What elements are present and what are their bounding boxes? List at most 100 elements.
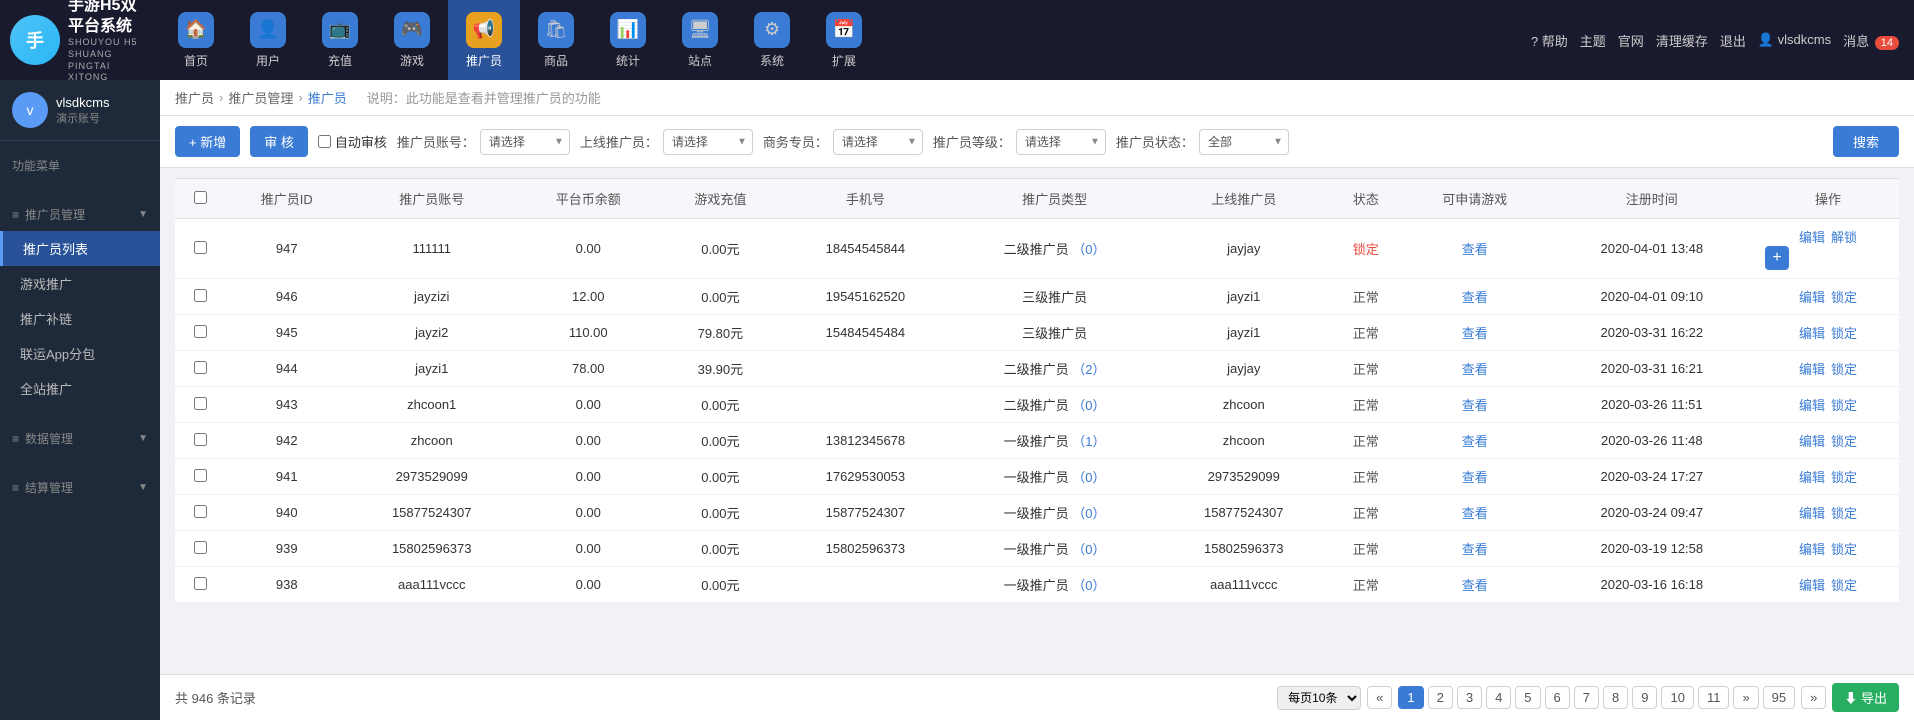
- page-button-3[interactable]: 3: [1457, 686, 1482, 709]
- add-col-button[interactable]: +: [1765, 246, 1789, 270]
- messages-link[interactable]: 消息 14: [1843, 31, 1899, 50]
- row-checkbox[interactable]: [194, 577, 207, 590]
- page-button-10[interactable]: 10: [1661, 686, 1693, 709]
- sidebar-menu-label[interactable]: 功能菜单: [0, 149, 160, 182]
- op-link-编辑[interactable]: 编辑: [1799, 326, 1825, 341]
- type-count-link[interactable]: （0）: [1072, 470, 1105, 485]
- sidebar-section-label[interactable]: ≡ 数据管理 ▼: [0, 422, 160, 455]
- row-checkbox[interactable]: [194, 361, 207, 374]
- op-link-编辑[interactable]: 编辑: [1799, 470, 1825, 485]
- op-link-编辑[interactable]: 编辑: [1799, 578, 1825, 593]
- page-button-5[interactable]: 5: [1515, 686, 1540, 709]
- auto-audit-checkbox[interactable]: [318, 135, 331, 148]
- nav-item-统计[interactable]: 📊统计: [592, 0, 664, 80]
- game-view-link[interactable]: 查看: [1462, 542, 1488, 557]
- select-all-checkbox[interactable]: [194, 191, 207, 204]
- page-button-4[interactable]: 4: [1486, 686, 1511, 709]
- sidebar-item-联运App分包[interactable]: 联运App分包: [0, 336, 160, 371]
- type-count-link[interactable]: （2）: [1072, 362, 1105, 377]
- promoter-status-select[interactable]: 全部 正常 锁定: [1199, 129, 1289, 155]
- op-link-编辑[interactable]: 编辑: [1799, 542, 1825, 557]
- page-button-2[interactable]: 2: [1428, 686, 1453, 709]
- type-count-link[interactable]: （0）: [1072, 398, 1105, 413]
- op-link-编辑[interactable]: 编辑: [1799, 230, 1825, 245]
- page-button-95[interactable]: 95: [1763, 686, 1795, 709]
- prev-page-button[interactable]: «: [1367, 686, 1392, 709]
- nav-item-商品[interactable]: 🛍商品: [520, 0, 592, 80]
- op-link-编辑[interactable]: 编辑: [1799, 506, 1825, 521]
- auto-audit-checkbox-label[interactable]: 自动审核: [318, 132, 387, 151]
- op-link-锁定[interactable]: 锁定: [1831, 362, 1857, 377]
- logout-link[interactable]: 退出: [1720, 31, 1746, 50]
- theme-link[interactable]: 主题: [1580, 31, 1606, 50]
- sidebar-section-label[interactable]: ≡ 结算管理 ▼: [0, 471, 160, 504]
- add-button[interactable]: + 新增: [175, 126, 240, 157]
- business-expert-select[interactable]: 请选择: [833, 129, 923, 155]
- game-view-link[interactable]: 查看: [1462, 578, 1488, 593]
- op-link-锁定[interactable]: 锁定: [1831, 578, 1857, 593]
- page-button-1[interactable]: 1: [1398, 686, 1423, 709]
- page-button-6[interactable]: 6: [1545, 686, 1570, 709]
- online-promoter-select[interactable]: 请选择: [663, 129, 753, 155]
- op-link-锁定[interactable]: 锁定: [1831, 290, 1857, 305]
- game-view-link[interactable]: 查看: [1462, 470, 1488, 485]
- type-count-link[interactable]: （0）: [1072, 506, 1105, 521]
- row-checkbox[interactable]: [194, 433, 207, 446]
- row-checkbox[interactable]: [194, 325, 207, 338]
- clear-cache-link[interactable]: 清理缓存: [1656, 31, 1708, 50]
- game-view-link[interactable]: 查看: [1462, 434, 1488, 449]
- nav-item-推广员[interactable]: 📢推广员: [448, 0, 520, 80]
- op-link-锁定[interactable]: 锁定: [1831, 434, 1857, 449]
- type-count-link[interactable]: （0）: [1072, 242, 1105, 257]
- promoter-level-select[interactable]: 请选择: [1016, 129, 1106, 155]
- row-checkbox[interactable]: [194, 397, 207, 410]
- page-button-11[interactable]: 11: [1698, 686, 1730, 709]
- nav-item-首页[interactable]: 🏠首页: [160, 0, 232, 80]
- row-checkbox[interactable]: [194, 241, 207, 254]
- nav-item-扩展[interactable]: 📅扩展: [808, 0, 880, 80]
- sidebar-item-游戏推广[interactable]: 游戏推广: [0, 266, 160, 301]
- sidebar-item-推广补链[interactable]: 推广补链: [0, 301, 160, 336]
- row-checkbox[interactable]: [194, 505, 207, 518]
- game-view-link[interactable]: 查看: [1462, 398, 1488, 413]
- game-view-link[interactable]: 查看: [1462, 326, 1488, 341]
- game-view-link[interactable]: 查看: [1462, 362, 1488, 377]
- export-button[interactable]: ⬇ 导出: [1832, 683, 1899, 712]
- sidebar-item-推广员列表[interactable]: 推广员列表: [0, 231, 160, 266]
- page-size-select[interactable]: 每页10条: [1277, 686, 1361, 710]
- op-link-锁定[interactable]: 锁定: [1831, 506, 1857, 521]
- nav-item-充值[interactable]: 📺充值: [304, 0, 376, 80]
- page-ellipsis[interactable]: »: [1733, 686, 1758, 709]
- op-link-编辑[interactable]: 编辑: [1799, 290, 1825, 305]
- nav-item-游戏[interactable]: 🎮游戏: [376, 0, 448, 80]
- row-checkbox[interactable]: [194, 469, 207, 482]
- game-view-link[interactable]: 查看: [1462, 290, 1488, 305]
- page-button-9[interactable]: 9: [1632, 686, 1657, 709]
- op-link-解锁[interactable]: 解锁: [1831, 230, 1857, 245]
- promoter-account-select[interactable]: 请选择: [480, 129, 570, 155]
- op-link-锁定[interactable]: 锁定: [1831, 542, 1857, 557]
- op-link-锁定[interactable]: 锁定: [1831, 470, 1857, 485]
- op-link-编辑[interactable]: 编辑: [1799, 434, 1825, 449]
- nav-item-用户[interactable]: 👤用户: [232, 0, 304, 80]
- sidebar-section-label[interactable]: ≡ 推广员管理 ▼: [0, 198, 160, 231]
- op-link-锁定[interactable]: 锁定: [1831, 398, 1857, 413]
- type-count-link[interactable]: （1）: [1072, 434, 1105, 449]
- op-link-编辑[interactable]: 编辑: [1799, 398, 1825, 413]
- row-checkbox[interactable]: [194, 541, 207, 554]
- nav-item-站点[interactable]: 🖥站点: [664, 0, 736, 80]
- search-button[interactable]: 搜索: [1833, 126, 1899, 157]
- audit-button[interactable]: 审 核: [250, 126, 308, 157]
- page-button-8[interactable]: 8: [1603, 686, 1628, 709]
- type-count-link[interactable]: （0）: [1072, 542, 1105, 557]
- op-link-编辑[interactable]: 编辑: [1799, 362, 1825, 377]
- nav-item-系统[interactable]: ⚙系统: [736, 0, 808, 80]
- next-page-button[interactable]: »: [1801, 686, 1826, 709]
- type-count-link[interactable]: （0）: [1072, 578, 1105, 593]
- game-view-link[interactable]: 查看: [1462, 242, 1488, 257]
- help-link[interactable]: ? 帮助: [1531, 31, 1568, 50]
- op-link-锁定[interactable]: 锁定: [1831, 326, 1857, 341]
- page-button-7[interactable]: 7: [1574, 686, 1599, 709]
- sidebar-item-全站推广[interactable]: 全站推广: [0, 371, 160, 406]
- website-link[interactable]: 官网: [1618, 31, 1644, 50]
